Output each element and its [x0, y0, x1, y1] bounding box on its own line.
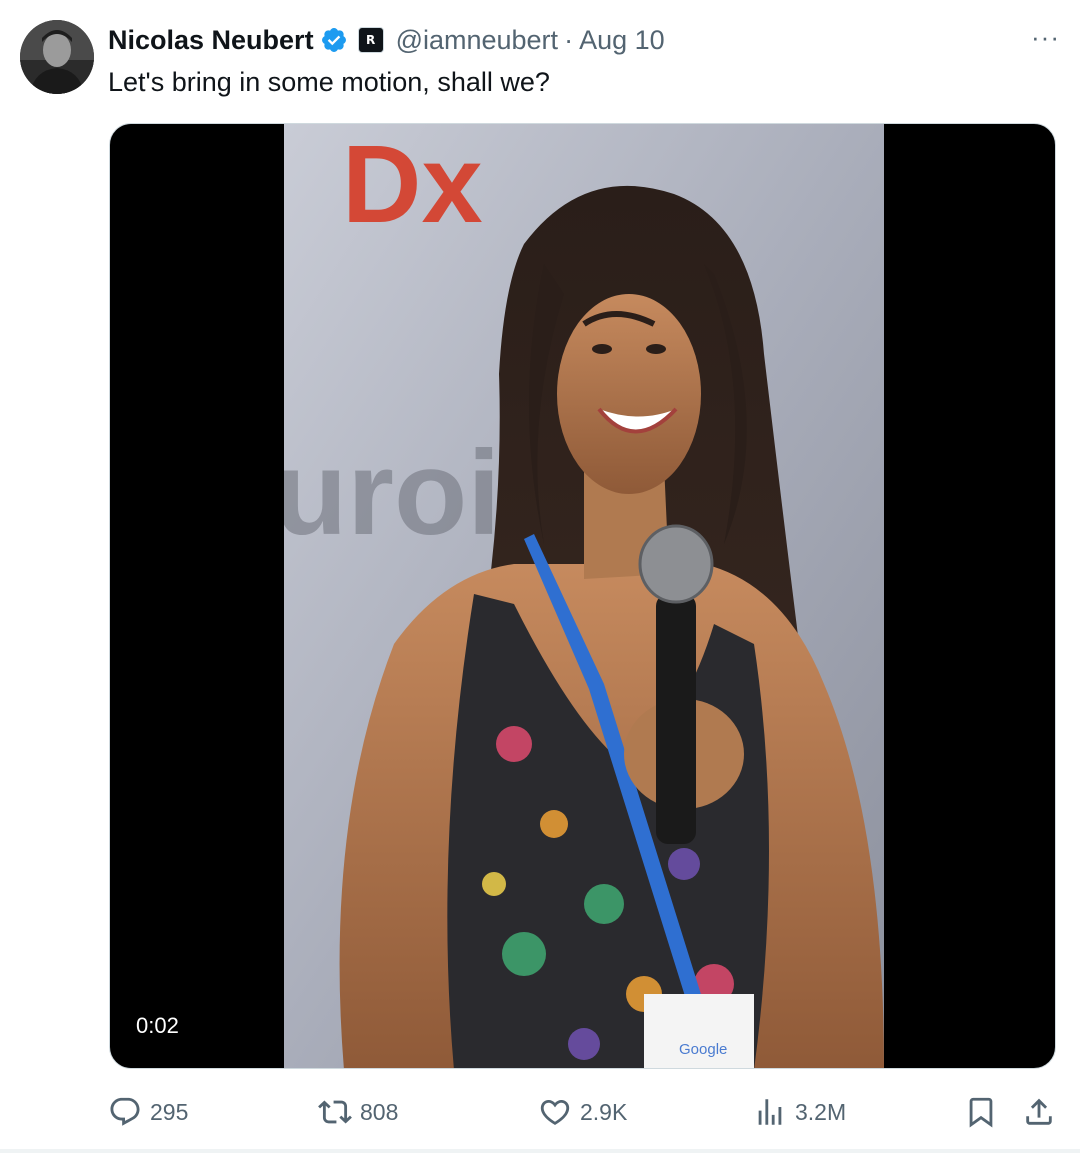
repost-button[interactable]: 808 [318, 1092, 398, 1132]
author-handle[interactable]: @iamneubert [396, 25, 559, 56]
tweet-date[interactable]: Aug 10 [579, 25, 665, 56]
bookmark-button[interactable] [964, 1092, 1006, 1132]
backdrop-text-dx: Dx [342, 124, 483, 246]
reply-count: 295 [150, 1098, 189, 1125]
affiliation-badge[interactable]: R [357, 27, 384, 53]
backdrop-text-uroi: uroi [284, 426, 501, 560]
like-button[interactable]: 2.9K [538, 1092, 627, 1132]
repost-icon [318, 1100, 352, 1124]
video-frame: Dx uroi Google [284, 124, 884, 1068]
video-timestamp: 0:02 [128, 1010, 187, 1042]
views-icon [758, 1099, 782, 1125]
tweet-header: Nicolas Neubert R @iamneubert · Aug 10 ·… [108, 20, 1060, 60]
badge-text: Google [679, 1041, 727, 1058]
tweet-divider [0, 1149, 1080, 1153]
bookmark-icon [969, 1097, 993, 1128]
header-separator: · [564, 24, 574, 55]
affiliation-badge-label: R [365, 33, 376, 47]
share-button[interactable] [1022, 1092, 1064, 1132]
repost-count: 808 [360, 1098, 399, 1125]
reply-button[interactable]: 295 [108, 1092, 188, 1132]
verified-badge-icon [320, 26, 348, 54]
reply-icon [110, 1097, 140, 1126]
avatar[interactable] [20, 20, 94, 94]
tweet-text: Let's bring in some motion, shall we? [108, 67, 550, 97]
share-icon [1026, 1098, 1052, 1125]
author-display-name[interactable]: Nicolas Neubert [108, 25, 314, 56]
video-player[interactable]: Dx uroi Google 0:02 [109, 123, 1056, 1069]
like-icon [540, 1099, 570, 1125]
more-icon[interactable]: ··· [1031, 22, 1060, 52]
tweet: Nicolas Neubert R @iamneubert · Aug 10 ·… [0, 0, 1080, 1153]
views-count: 3.2M [795, 1098, 847, 1125]
like-count: 2.9K [580, 1098, 628, 1125]
tweet-actions: 295 808 2.9K 3.2M [108, 1092, 1060, 1132]
views-button[interactable]: 3.2M [753, 1092, 846, 1132]
